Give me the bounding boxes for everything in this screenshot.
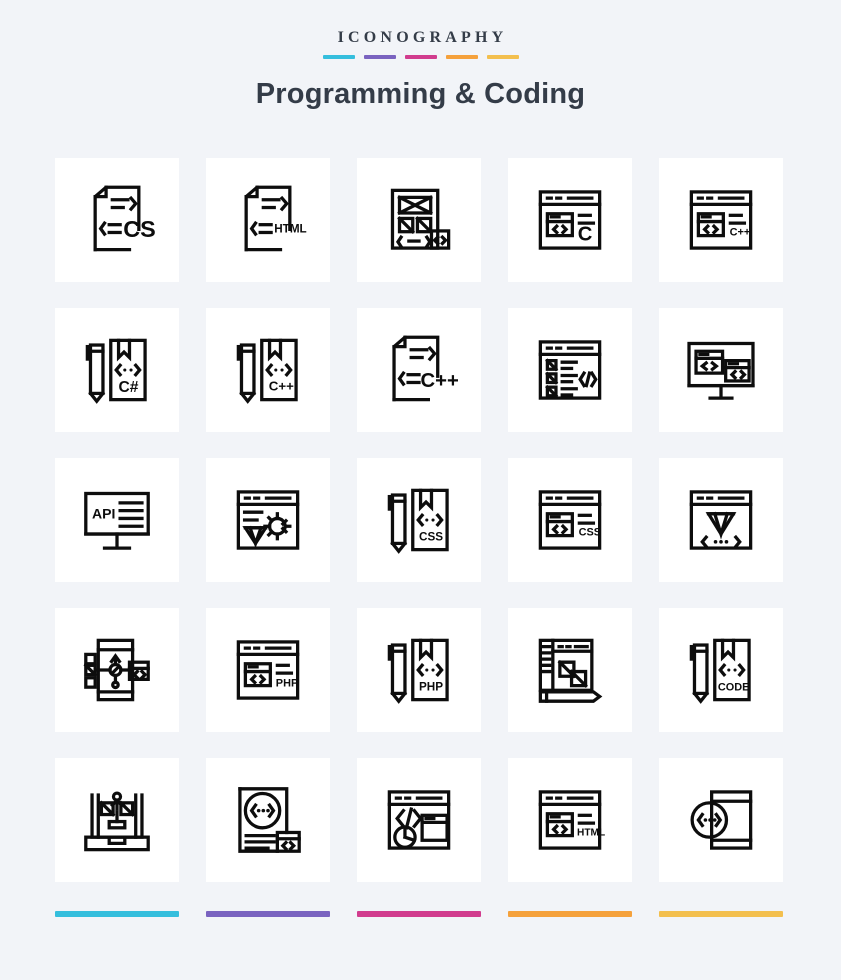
icon-card-pencil-book-php[interactable]: PHP	[357, 608, 481, 732]
wireframe-layout-icon	[390, 188, 451, 250]
html-file-label: HTML	[274, 222, 306, 235]
pencil-book-css-label: CSS	[419, 530, 443, 543]
eyebrow-accent-bars	[0, 55, 841, 59]
browser-chart-code-icon	[387, 790, 451, 850]
icon-card-monitor-code-windows[interactable]	[659, 308, 783, 432]
web-design-pencil-icon	[538, 638, 603, 703]
icon-card-cpp-file[interactable]: C++	[357, 308, 481, 432]
prototype-board-icon	[84, 791, 150, 852]
icon-card-mobile-code-circle[interactable]	[659, 758, 783, 882]
browser-css-label: CSS	[579, 527, 601, 539]
mobile-prototype-icon	[83, 638, 150, 702]
icon-card-browser-chart-code[interactable]	[357, 758, 481, 882]
pencil-book-cpp-icon: C++	[236, 338, 298, 404]
icon-card-html-file[interactable]: HTML	[206, 158, 330, 282]
icon-card-browser-checklist-code[interactable]	[508, 308, 632, 432]
icon-card-browser-css[interactable]: CSS	[508, 458, 632, 582]
browser-checklist-code-icon	[538, 340, 602, 400]
page-title: Programming & Coding	[255, 78, 586, 110]
browser-c-label: C	[578, 223, 593, 245]
pencil-book-css-icon: CSS	[387, 488, 449, 554]
pencil-book-cpp-label: C++	[269, 378, 294, 393]
icon-card-pencil-book-csharp[interactable]: C#	[55, 308, 179, 432]
eyebrow-bar-pink	[404, 55, 437, 59]
browser-cpp-label: C++	[730, 227, 751, 239]
footer-bar-pink	[357, 911, 481, 917]
monitor-code-windows-icon	[687, 341, 755, 400]
footer-bar-orange	[508, 911, 632, 917]
pencil-book-code-icon: CODE	[689, 638, 751, 704]
pencil-book-php-icon: PHP	[387, 638, 449, 704]
footer-accent-bars	[55, 911, 784, 917]
icon-card-prototype-board[interactable]	[55, 758, 179, 882]
cpp-file-label: C++	[421, 370, 458, 392]
eyebrow-bar-purple	[363, 55, 396, 59]
icon-card-browser-php[interactable]: PHP	[206, 608, 330, 732]
mobile-code-circle-icon	[690, 790, 753, 850]
icon-card-browser-cpp[interactable]: C++	[659, 158, 783, 282]
icon-card-browser-html[interactable]: HTML	[508, 758, 632, 882]
icon-card-mobile-prototype[interactable]	[55, 608, 179, 732]
icon-grid: CSS HTML	[55, 158, 784, 882]
css-file-label: CSS	[123, 216, 156, 242]
icon-card-pencil-book-code[interactable]: CODE	[659, 608, 783, 732]
browser-html-icon: HTML	[538, 790, 605, 850]
pencil-book-csharp-icon: C#	[85, 338, 147, 404]
document-code-circle-icon	[238, 787, 301, 853]
icon-card-css-file[interactable]: CSS	[55, 158, 179, 282]
icon-card-browser-c[interactable]: C	[508, 158, 632, 282]
cpp-file-icon: C++	[392, 335, 458, 402]
pencil-book-code-label: CODE	[718, 681, 750, 693]
icon-card-api-monitor[interactable]: API	[55, 458, 179, 582]
icon-card-web-design-pencil[interactable]	[508, 608, 632, 732]
icon-pack-page: ICONOGRAPHY Programming & Coding CS HTML…	[0, 0, 841, 980]
icon-card-pencil-book-cpp[interactable]: C++	[206, 308, 330, 432]
browser-php-icon: PHP	[236, 640, 300, 700]
css-file-icon: CSS	[93, 185, 156, 252]
browser-php-label: PHP	[276, 677, 298, 689]
footer-bar-purple	[206, 911, 330, 917]
icon-card-browser-diamond-code[interactable]	[659, 458, 783, 582]
browser-diamond-gear-icon	[236, 490, 300, 550]
footer-bar-cyan	[55, 911, 179, 917]
browser-css-icon: CSS	[538, 490, 602, 550]
browser-c-icon: C	[538, 190, 602, 250]
html-file-icon: HTML	[244, 185, 307, 252]
api-monitor-icon: API	[84, 491, 150, 550]
icon-card-pencil-book-css[interactable]: CSS	[357, 458, 481, 582]
eyebrow-bar-yellow	[486, 55, 519, 59]
browser-diamond-code-icon	[689, 490, 753, 550]
icon-card-document-code-circle[interactable]	[206, 758, 330, 882]
icon-card-browser-diamond-gear[interactable]	[206, 458, 330, 582]
eyebrow-label: ICONOGRAPHY	[337, 29, 508, 46]
page-header: ICONOGRAPHY Programming & Coding	[0, 0, 841, 111]
api-monitor-label: API	[92, 505, 115, 521]
icon-card-wireframe-layout[interactable]	[357, 158, 481, 282]
eyebrow-bar-orange	[445, 55, 478, 59]
browser-html-label: HTML	[577, 828, 605, 839]
pencil-book-php-label: PHP	[419, 680, 443, 693]
browser-cpp-icon: C++	[689, 190, 753, 250]
pencil-book-csharp-label: C#	[119, 379, 139, 396]
eyebrow-bar-cyan	[322, 55, 355, 59]
footer-bar-yellow	[659, 911, 783, 917]
